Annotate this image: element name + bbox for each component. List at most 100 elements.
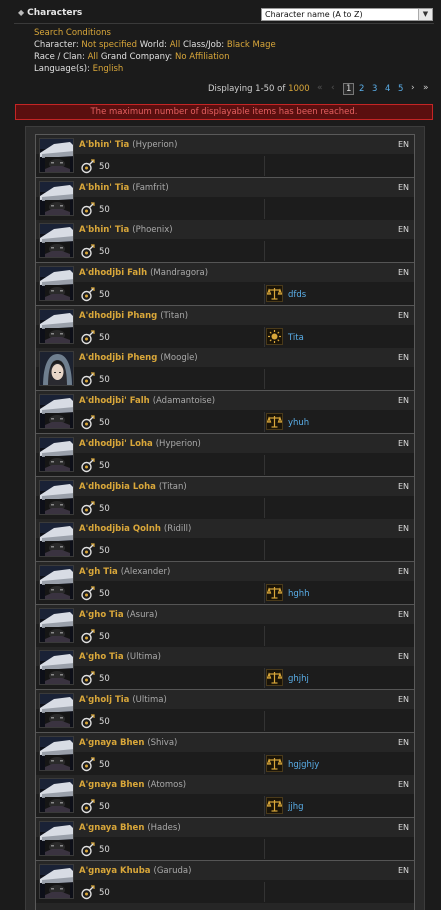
free-company-link[interactable]: hghh [288,589,310,599]
free-company-link[interactable]: ghjhj [288,674,309,684]
character-avatar[interactable] [39,650,74,686]
character-name-link[interactable]: A'bhin' Tia (Phoenix) [79,225,173,235]
character-name[interactable]: A'dhodjbi Pheng [79,353,157,363]
next-page-icon[interactable]: › [411,83,415,93]
character-avatar[interactable] [39,479,74,515]
character-name-link[interactable]: A'dhodjbia Loha (Titan) [79,482,187,492]
character-language: EN [397,652,409,662]
character-level: 50 [99,247,110,258]
character-level: 50 [99,802,110,813]
character-avatar[interactable] [39,863,74,899]
section-title[interactable]: ◆ Characters [18,8,82,18]
free-company-link[interactable]: jjhg [288,802,304,812]
character-name[interactable]: A'gnaya Bhen [79,738,144,748]
free-company-link[interactable]: yhuh [288,418,309,428]
chevron-down-icon[interactable]: ▼ [418,9,432,20]
character-name-link[interactable]: A'gholj Tia (Ultima) [79,695,167,705]
character-name-link[interactable]: A'bhin' Tia (Hyperion) [79,140,177,150]
free-company-link[interactable]: dfds [288,290,306,300]
character-level: 50 [99,375,110,386]
character-avatar[interactable] [39,394,74,430]
character-row[interactable]: A'gho Tia (Ultima) EN 50 ghjhj [36,647,414,690]
character-name[interactable]: A'gho Tia [79,652,124,662]
character-name[interactable]: A'gh Tia [79,567,118,577]
character-row[interactable]: A'dhodjbi' Falh (Adamantoise) EN 50 yhuh [36,391,414,434]
page-link-3[interactable]: 3 [372,84,377,94]
character-avatar[interactable] [39,692,74,728]
character-avatar[interactable] [39,522,74,558]
character-row[interactable]: A'gnaya Bhen (Shiva) EN 50 hgjghjy [36,732,414,776]
character-avatar[interactable] [39,223,74,259]
character-name-link[interactable]: A'dhodjbi Phang (Titan) [79,311,188,321]
character-row[interactable]: A'gnaya Khuba (Garuda) EN 50 [36,860,414,904]
character-row[interactable]: A'gh Tia (Alexander) EN 50 hghh [36,561,414,605]
character-name[interactable]: A'bhin' Tia [79,183,129,193]
character-name[interactable]: A'gho Tia [79,610,124,620]
character-world: (Alexander) [120,566,171,577]
character-row[interactable]: A'bhin' Tia (Famfrit) EN 50 [36,177,414,221]
character-row[interactable]: A'dhodjbi Phang (Titan) EN 50 Tita [36,305,414,349]
character-name-link[interactable]: A'dhodjbi' Falh (Adamantoise) [79,396,215,406]
character-name[interactable]: A'dhodjbi' Falh [79,396,150,406]
character-name[interactable]: A'gnaya Khuba [79,866,151,876]
character-name-link[interactable]: A'dhodjbi' Loha (Hyperion) [79,439,201,449]
character-name-link[interactable]: A'gh Tia (Alexander) [79,567,170,577]
character-name-link[interactable]: A'gnaya Bhen (Shiva) [79,738,177,748]
character-name-link[interactable]: A'gnaya Bhen (Atomos) [79,780,186,790]
character-row[interactable]: A'gholj Tia (Ultima) EN 50 [36,689,414,733]
character-name[interactable]: A'gnaya Bhen [79,780,144,790]
character-avatar[interactable] [39,180,74,216]
character-row[interactable] [36,903,414,910]
character-row[interactable]: A'dhodjbi Falh (Mandragora) EN 50 dfds [36,263,414,306]
character-name-link[interactable]: A'dhodjbi Pheng (Moogle) [79,353,198,363]
character-avatar[interactable] [39,436,74,472]
character-name[interactable]: A'dhodjbia Loha [79,482,156,492]
character-avatar[interactable] [39,266,74,302]
character-row[interactable]: A'bhin' Tia (Phoenix) EN 50 [36,220,414,264]
character-name-link[interactable]: A'gnaya Khuba (Garuda) [79,866,191,876]
character-avatar[interactable] [39,735,74,771]
character-name[interactable]: A'dhodjbi' Loha [79,439,153,449]
character-name-link[interactable]: A'gho Tia (Ultima) [79,652,161,662]
character-avatar[interactable] [39,821,74,856]
character-row[interactable]: A'gnaya Bhen (Atomos) EN 50 jjhg [36,775,414,818]
character-name[interactable]: A'bhin' Tia [79,140,129,150]
character-row[interactable]: A'dhodjbi' Loha (Hyperion) EN 50 [36,433,414,477]
character-name-link[interactable]: A'dhodjbi Falh (Mandragora) [79,268,208,278]
page-link-4[interactable]: 4 [385,84,390,94]
character-name[interactable]: A'dhodjbi Falh [79,268,147,278]
character-name[interactable]: A'dhodjbia Qolnh [79,524,161,534]
character-row[interactable]: A'gho Tia (Asura) EN 50 [36,604,414,648]
characters-header: ◆ Characters Character name (A to Z) ▼ [14,6,434,22]
character-name[interactable]: A'bhin' Tia [79,225,129,235]
character-name[interactable]: A'gnaya Bhen [79,823,144,833]
character-avatar[interactable] [39,138,74,173]
character-avatar[interactable] [39,564,74,600]
character-name[interactable]: A'dhodjbi Phang [79,311,157,321]
character-name-link[interactable]: A'bhin' Tia (Famfrit) [79,183,169,193]
character-avatar[interactable] [39,308,74,344]
character-name-link[interactable]: A'gho Tia (Asura) [79,610,158,620]
row-column-divider [264,881,265,902]
free-company-link[interactable]: hgjghjy [288,760,319,770]
sort-select-value: Character name (A to Z) [265,10,363,19]
character-avatar[interactable] [39,607,74,643]
page-link-5[interactable]: 5 [398,84,403,94]
character-row[interactable]: A'dhodjbia Qolnh (Ridill) EN 50 [36,519,414,562]
character-name-link[interactable]: A'gnaya Bhen (Hades) [79,823,181,833]
character-name-link[interactable]: A'dhodjbia Qolnh (Ridill) [79,524,191,534]
last-page-icon[interactable]: » [423,83,429,93]
free-company-link[interactable]: Tita [288,333,304,343]
page-link-2[interactable]: 2 [359,84,364,94]
character-level: 50 [99,631,110,642]
character-avatar[interactable] [39,778,74,814]
character-row[interactable]: A'gnaya Bhen (Hades) EN 50 [36,818,414,861]
character-row[interactable]: A'bhin' Tia (Hyperion) EN 50 [36,135,414,178]
collapse-arrow-icon[interactable]: ◆ [18,8,24,17]
character-avatar[interactable] [39,351,74,387]
gc-value: No Affiliation [174,52,230,62]
character-name[interactable]: A'gholj Tia [79,695,129,705]
character-row[interactable]: A'dhodjbi Pheng (Moogle) EN 50 [36,348,414,392]
sort-select[interactable]: Character name (A to Z) ▼ [261,8,433,21]
character-row[interactable]: A'dhodjbia Loha (Titan) EN 50 [36,476,414,520]
